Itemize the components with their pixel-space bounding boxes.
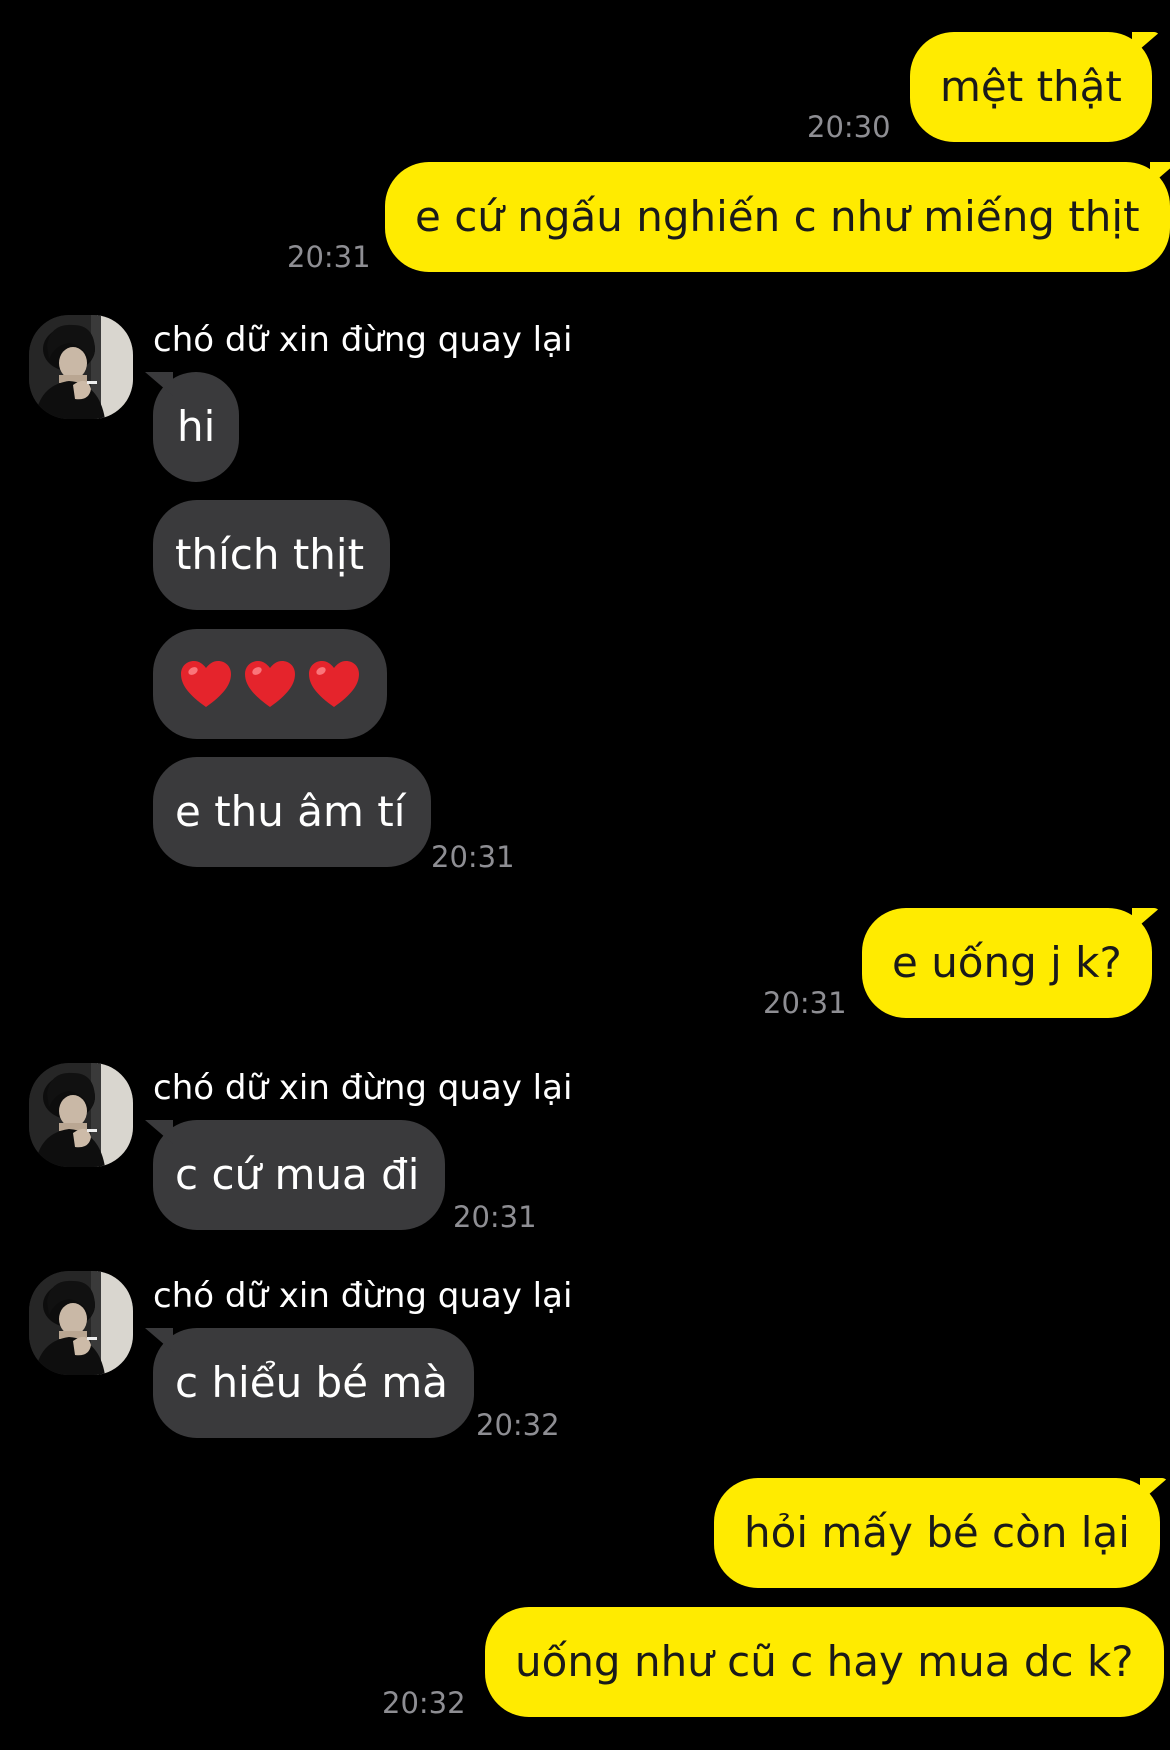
message-bubble-outgoing[interactable]: uống như cũ c hay mua dc k? <box>485 1607 1164 1717</box>
message-text: c cứ mua đi <box>175 1150 420 1199</box>
message-text: e thu âm tí <box>175 787 406 836</box>
bubble-tail <box>1139 1478 1168 1502</box>
message-bubble-outgoing[interactable]: hỏi mấy bé còn lại <box>714 1478 1168 1588</box>
sender-name: chó dữ xin đừng quay lại <box>153 1068 573 1108</box>
message-text: uống như cũ c hay mua dc k? <box>515 1637 1134 1686</box>
message-timestamp: 20:31 <box>453 1200 537 1234</box>
heart-icon <box>307 659 361 709</box>
message-bubble-outgoing[interactable]: e uống j k? <box>862 908 1160 1018</box>
message-bubble-incoming[interactable]: hi <box>145 372 240 482</box>
message-timestamp: 20:31 <box>431 840 515 874</box>
bubble-tail <box>145 372 173 396</box>
avatar-photo <box>29 1271 133 1375</box>
message-timestamp: 20:30 <box>807 110 891 144</box>
message-bubble-incoming[interactable]: e thu âm tí <box>153 757 432 867</box>
message-bubble-incoming[interactable] <box>153 629 387 739</box>
contact-avatar[interactable] <box>29 1063 133 1167</box>
message-timestamp: 20:32 <box>382 1686 466 1720</box>
bubble-tail <box>1131 32 1160 56</box>
message-text: e cứ ngấu nghiến c như miếng thịt <box>415 192 1140 241</box>
bubble-tail <box>145 1120 173 1144</box>
message-bubble-outgoing[interactable]: e cứ ngấu nghiến c như miếng thịt <box>385 162 1170 272</box>
bubble-tail <box>145 1328 173 1352</box>
message-timestamp: 20:32 <box>476 1408 560 1442</box>
sender-name: chó dữ xin đừng quay lại <box>153 1276 573 1316</box>
avatar-photo <box>29 315 133 419</box>
message-text: thích thịt <box>175 530 365 579</box>
heart-icon <box>179 659 233 709</box>
contact-avatar[interactable] <box>29 1271 133 1375</box>
message-text: e uống j k? <box>892 938 1122 987</box>
message-bubble-incoming[interactable]: c hiểu bé mà <box>145 1328 475 1438</box>
message-timestamp: 20:31 <box>763 986 847 1020</box>
message-bubble-incoming[interactable]: c cứ mua đi <box>145 1120 446 1230</box>
message-text: hỏi mấy bé còn lại <box>744 1508 1130 1557</box>
bubble-tail <box>1131 908 1160 932</box>
message-text: mệt thật <box>940 62 1122 111</box>
emoji-row <box>179 629 361 739</box>
message-text: hi <box>177 402 216 451</box>
sender-name: chó dữ xin đừng quay lại <box>153 320 573 360</box>
message-timestamp: 20:31 <box>287 240 371 274</box>
heart-icon <box>243 659 297 709</box>
bubble-tail <box>1149 162 1170 186</box>
message-bubble-outgoing[interactable]: mệt thật <box>910 32 1160 142</box>
message-text: c hiểu bé mà <box>175 1358 449 1407</box>
message-bubble-incoming[interactable]: thích thịt <box>153 500 391 610</box>
contact-avatar[interactable] <box>29 315 133 419</box>
avatar-photo <box>29 1063 133 1167</box>
